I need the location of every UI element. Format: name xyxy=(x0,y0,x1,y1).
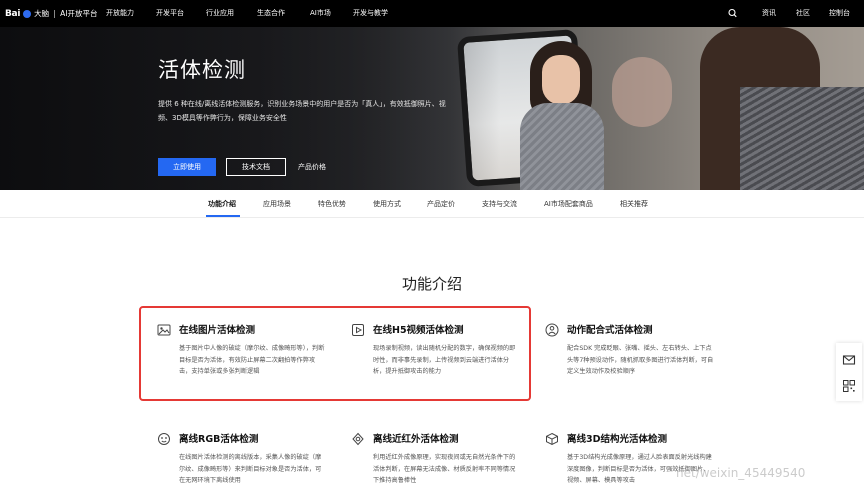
image-icon xyxy=(157,322,171,336)
feature-card[interactable]: 离线近红外活体检测 利用近红外成像原理，实现夜间或无自然光条件下的活体判断，在屏… xyxy=(351,431,521,487)
tab-usage[interactable]: 使用方式 xyxy=(373,190,401,218)
search-icon[interactable] xyxy=(728,0,737,27)
feature-card-title: 动作配合式活体检测 xyxy=(567,325,653,336)
infrared-icon xyxy=(351,431,365,446)
cube-3d-icon xyxy=(545,431,559,446)
side-float-toolbar xyxy=(836,343,862,401)
nav-ecosystem[interactable]: 生态合作 xyxy=(257,0,285,27)
logo[interactable]: Bai 大脑 AI开放平台 xyxy=(5,0,97,27)
nav-news[interactable]: 资讯 xyxy=(762,0,776,27)
feature-card-desc: 基于图片中人像的破绽（摩尔纹、成像畸形等），判断目标是否为活体，有效防止屏幕二次… xyxy=(179,345,325,375)
product-price-link[interactable]: 产品价格 xyxy=(298,158,326,176)
feature-card-title: 在线图片活体检测 xyxy=(179,325,256,336)
feature-card-desc: 配合SDK 完成眨眼、张嘴、摇头、左右转头、上下点头等7种预设动作，随机抓取多图… xyxy=(567,345,714,375)
qr-code-icon[interactable] xyxy=(842,378,856,392)
nav-industry-apps[interactable]: 行业应用 xyxy=(206,0,234,27)
use-now-button[interactable]: 立即使用 xyxy=(158,158,216,176)
active-tab-indicator xyxy=(206,215,240,217)
video-icon xyxy=(351,322,365,336)
tab-ai-market-goods[interactable]: AI市场配套商品 xyxy=(544,190,593,218)
nav-ai-market[interactable]: AI市场 xyxy=(310,0,331,27)
feature-card-desc: 在线图片活体检测的离线版本，采集人像的破绽（摩尔纹、成像畸形等）来判断目标对象是… xyxy=(179,454,322,484)
nav-console[interactable]: 控制台 xyxy=(829,0,850,27)
tab-scenarios[interactable]: 应用场景 xyxy=(263,190,291,218)
person-action-icon xyxy=(545,322,559,337)
nav-dev-teaching[interactable]: 开发与教学 xyxy=(353,0,388,27)
nav-open-capabilities[interactable]: 开放能力 xyxy=(106,0,134,27)
features-section-title: 功能介绍 xyxy=(401,275,462,293)
logo-divider xyxy=(54,9,56,18)
top-navbar: Bai 大脑 AI开放平台 开放能力 开发平台 行业应用 生态合作 AI市场 开… xyxy=(0,0,864,27)
page: Bai 大脑 AI开放平台 开放能力 开发平台 行业应用 生态合作 AI市场 开… xyxy=(0,0,864,493)
mail-icon[interactable] xyxy=(842,352,856,366)
hero-photo-hand xyxy=(612,57,672,127)
feature-card-desc: 现场录制视频，读出随机分配的数字，确保视频的即时性，而非事先录制，上传视频到云端… xyxy=(373,345,516,375)
nav-community[interactable]: 社区 xyxy=(796,0,810,27)
feature-card[interactable]: 离线RGB活体检测 在线图片活体检测的离线版本，采集人像的破绽（摩尔纹、成像畸形… xyxy=(157,431,327,487)
feature-card-title: 离线近红外活体检测 xyxy=(373,434,459,445)
logo-suffix: AI开放平台 xyxy=(60,9,98,18)
tab-pricing[interactable]: 产品定价 xyxy=(427,190,455,218)
logo-brand: 大脑 xyxy=(34,9,50,18)
feature-card[interactable]: 在线H5视频活体检测 现场录制视频，读出随机分配的数字，确保视频的即时性，而非事… xyxy=(351,322,521,378)
tab-features[interactable]: 功能介绍 xyxy=(208,190,236,218)
hero-photo-bg-shirt xyxy=(740,87,864,190)
feature-card[interactable]: 在线图片活体检测 基于图片中人像的破绽（摩尔纹、成像畸形等），判断目标是否为活体… xyxy=(157,322,327,378)
hero-banner: 活体检测 提供 6 种在线/离线活体检测服务，识别业务场景中的用户是否为「真人」… xyxy=(0,27,864,190)
hero-photo-person xyxy=(520,41,604,190)
watermark: net/weixin_45449540 xyxy=(676,466,806,480)
face-rgb-icon xyxy=(157,431,171,445)
logo-mark: Bai xyxy=(5,8,21,19)
feature-card-title: 离线3D结构光活体检测 xyxy=(567,434,667,445)
hero-description: 提供 6 种在线/离线活体检测服务，识别业务场景中的用户是否为「真人」，有效抵御… xyxy=(158,100,446,122)
tab-advantages[interactable]: 特色优势 xyxy=(318,190,346,218)
tab-related[interactable]: 相关推荐 xyxy=(620,190,648,218)
paw-icon xyxy=(23,9,32,18)
feature-card[interactable]: 动作配合式活体检测 配合SDK 完成眨眼、张嘴、摇头、左右转头、上下点头等7种预… xyxy=(545,322,715,378)
feature-card-desc: 利用近红外成像原理，实现夜间或无自然光条件下的活体判断，在屏幕无法成像、材质反射… xyxy=(373,454,516,484)
tab-support[interactable]: 支持与交流 xyxy=(482,190,517,218)
section-tabs: 功能介绍 应用场景 特色优势 使用方式 产品定价 支持与交流 AI市场配套商品 … xyxy=(0,190,864,218)
nav-dev-platform[interactable]: 开发平台 xyxy=(156,0,184,27)
page-title: 活体检测 xyxy=(158,58,246,82)
feature-card-title: 在线H5视频活体检测 xyxy=(373,325,464,336)
feature-card-title: 离线RGB活体检测 xyxy=(179,434,259,445)
tech-docs-button[interactable]: 技术文档 xyxy=(226,158,286,176)
